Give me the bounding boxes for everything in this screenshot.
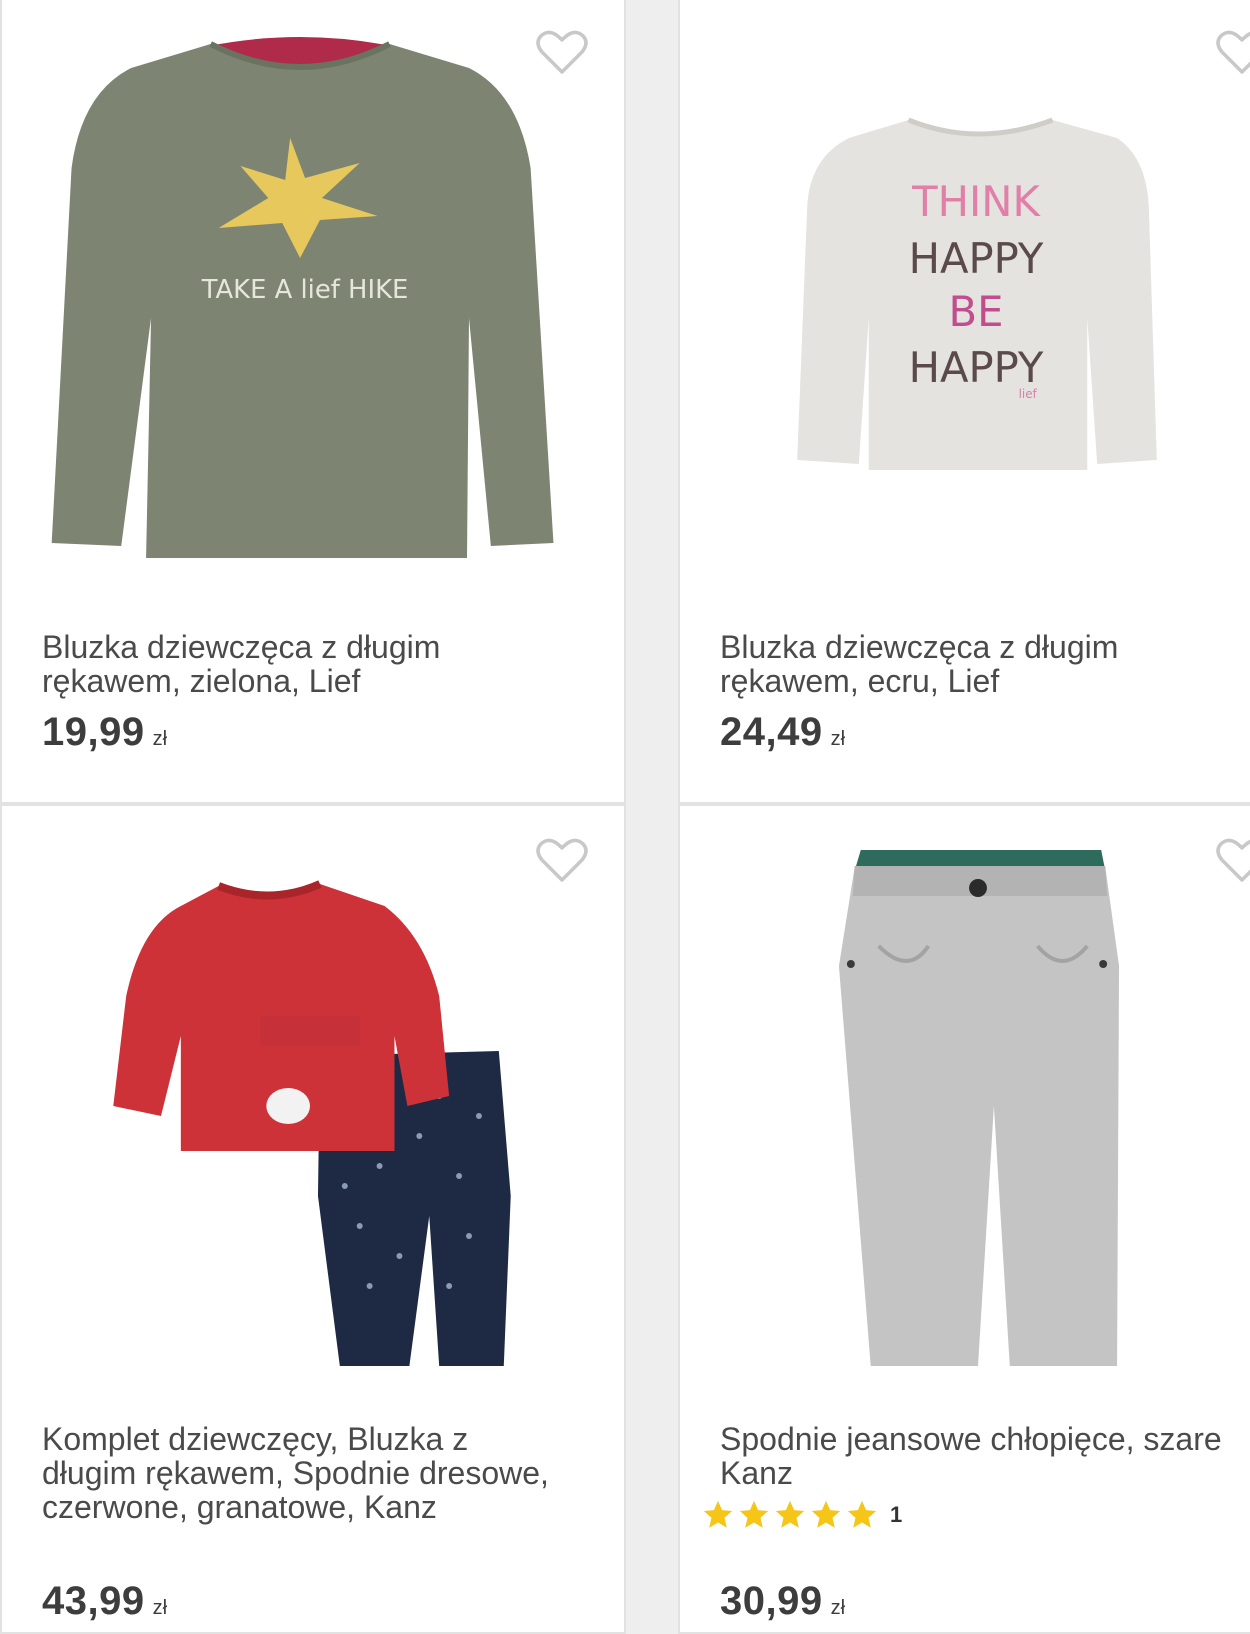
product-price: 24,49 zł xyxy=(720,710,845,755)
price-currency: zł xyxy=(152,728,168,750)
price-amount: 24,49 xyxy=(720,710,823,754)
product-image[interactable]: TAKE A lief HIKE xyxy=(2,0,624,608)
shirt-print-line-4: HAPPY xyxy=(909,343,1044,392)
product-title[interactable]: Komplet dziewczęcy, Bluzka z długim ręka… xyxy=(42,1422,602,1524)
favorite-heart-icon[interactable] xyxy=(536,28,588,76)
rating-stars: 1 xyxy=(700,1498,902,1532)
product-card[interactable]: THINK HAPPY BE HAPPY lief Bluzka dziewcz… xyxy=(678,0,1250,804)
favorite-heart-icon[interactable] xyxy=(1216,836,1250,884)
product-title[interactable]: Spodnie jeansowe chłopięce, szare Kanz xyxy=(720,1422,1250,1490)
star-icon xyxy=(847,1500,877,1528)
product-price: 30,99 zł xyxy=(720,1579,845,1624)
price-currency: zł xyxy=(830,728,846,750)
shirt-print-line-3: BE xyxy=(949,287,1004,336)
product-image[interactable] xyxy=(680,806,1250,1416)
product-title[interactable]: Bluzka dziewczęca z długim rękawem, ecru… xyxy=(720,630,1250,698)
shirt-print-line-2: HAPPY xyxy=(909,234,1044,283)
product-image[interactable] xyxy=(2,806,624,1416)
product-card[interactable]: Spodnie jeansowe chłopięce, szare Kanz 1… xyxy=(678,804,1250,1634)
favorite-heart-icon[interactable] xyxy=(536,836,588,884)
shirt-print-line-1: THINK xyxy=(911,177,1041,226)
price-amount: 30,99 xyxy=(720,1579,823,1623)
price-currency: zł xyxy=(152,1597,168,1619)
product-title[interactable]: Bluzka dziewczęca z długim rękawem, ziel… xyxy=(42,630,602,698)
shirt-print-logo: lief xyxy=(1019,387,1038,401)
product-price: 43,99 zł xyxy=(42,1579,167,1624)
product-grid: TAKE A lief HIKE Bluzka dziewczęca z dłu… xyxy=(0,0,1250,1634)
star-icon xyxy=(739,1500,769,1528)
star-icon xyxy=(775,1500,805,1528)
price-amount: 43,99 xyxy=(42,1579,145,1623)
product-card[interactable]: Komplet dziewczęcy, Bluzka z długim ręka… xyxy=(0,804,626,1634)
rating-count: 1 xyxy=(890,1502,903,1527)
star-icon xyxy=(703,1500,733,1528)
price-amount: 19,99 xyxy=(42,710,145,754)
favorite-heart-icon[interactable] xyxy=(1216,28,1250,76)
product-card[interactable]: TAKE A lief HIKE Bluzka dziewczęca z dłu… xyxy=(0,0,626,804)
shirt-print-text: TAKE A lief HIKE xyxy=(201,275,409,305)
product-image[interactable]: THINK HAPPY BE HAPPY lief xyxy=(680,0,1250,608)
price-currency: zł xyxy=(830,1597,846,1619)
star-icon xyxy=(811,1500,841,1528)
product-price: 19,99 zł xyxy=(42,710,167,755)
